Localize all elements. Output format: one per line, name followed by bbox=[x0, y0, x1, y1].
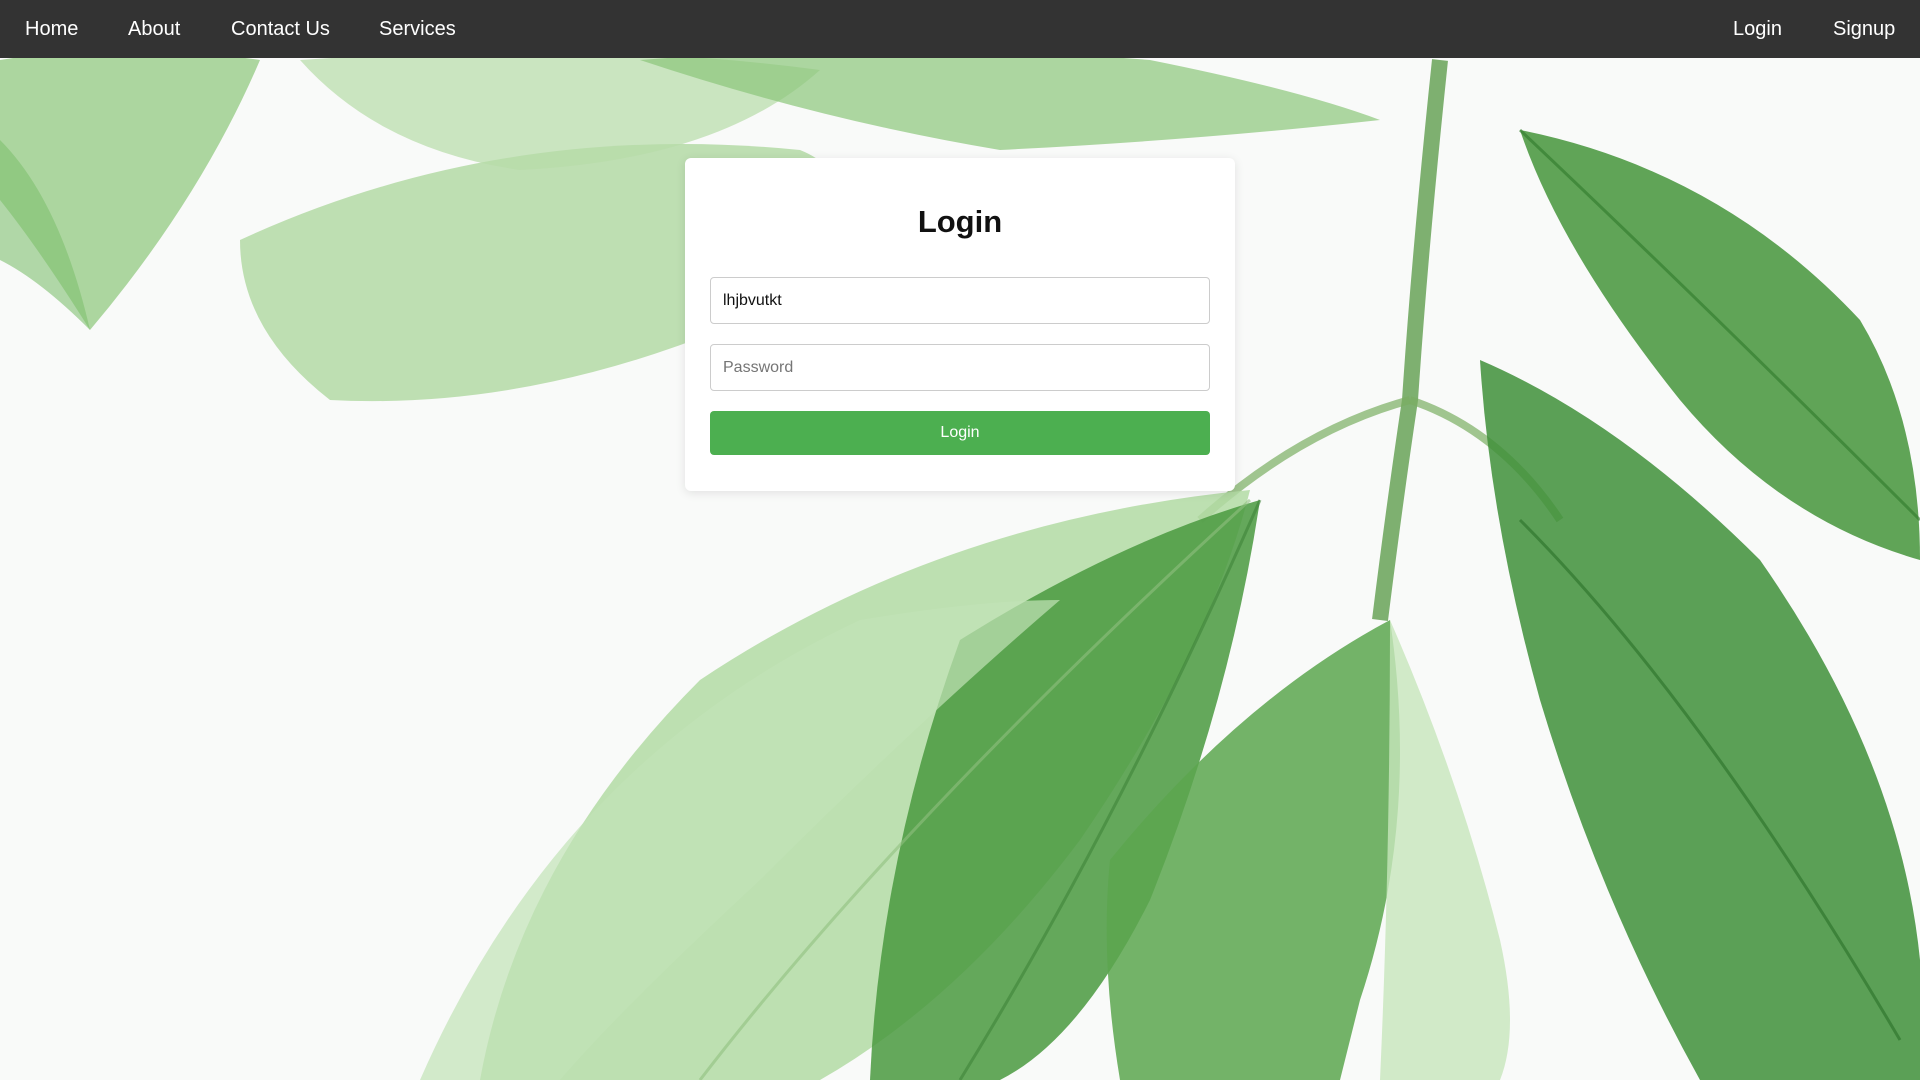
nav-contact-link[interactable]: Contact Us bbox=[231, 0, 330, 58]
nav-services-link[interactable]: Services bbox=[379, 0, 456, 58]
login-button[interactable]: Login bbox=[710, 411, 1210, 455]
password-input[interactable] bbox=[710, 344, 1210, 391]
login-title: Login bbox=[917, 204, 1003, 239]
nav-login-link[interactable]: Login bbox=[1733, 0, 1782, 58]
username-input[interactable] bbox=[710, 277, 1210, 324]
nav-about-link[interactable]: About bbox=[128, 0, 180, 58]
nav-signup-link[interactable]: Signup bbox=[1833, 0, 1895, 58]
top-navbar: Home About Contact Us Services Login Sig… bbox=[0, 0, 1920, 58]
nav-home-link[interactable]: Home bbox=[25, 0, 78, 58]
login-card: Login Login bbox=[685, 158, 1235, 491]
